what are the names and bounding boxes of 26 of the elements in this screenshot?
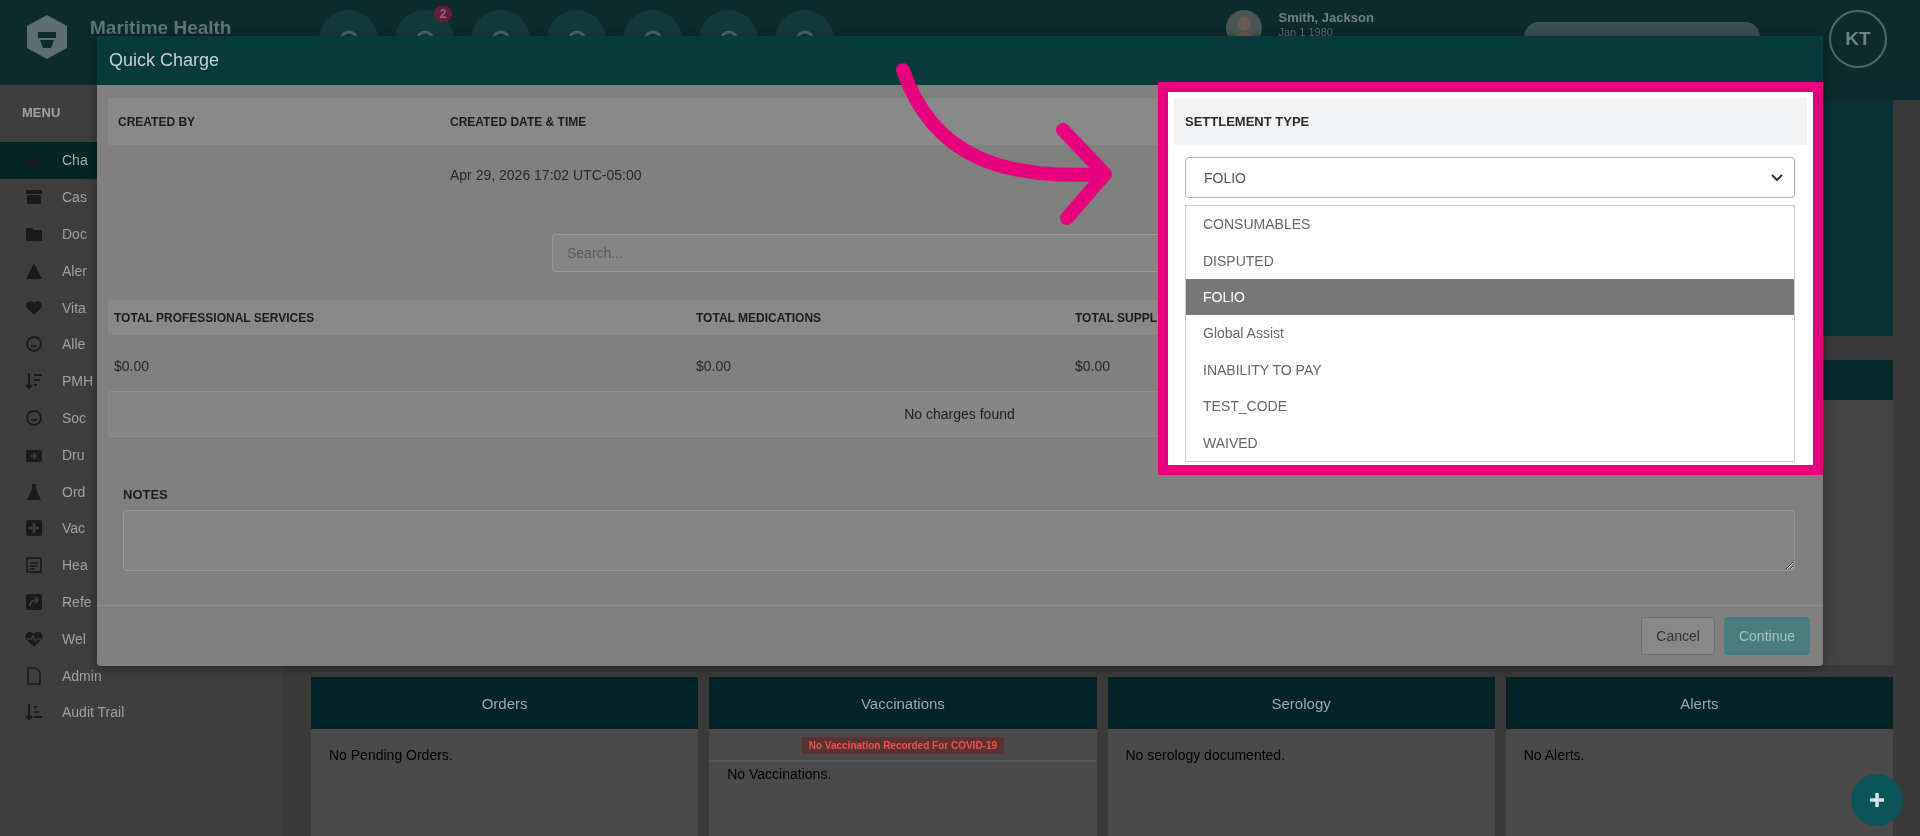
card-message: No Pending Orders. <box>328 746 454 763</box>
column-header: CREATED BY <box>117 114 197 129</box>
menu-heading: MENU <box>22 105 61 122</box>
patient-dob: Jan 1 1980 <box>1278 26 1334 38</box>
notes-label: NOTES <box>123 487 169 502</box>
card-header: Vaccinations <box>709 677 1097 729</box>
column-header: CREATED DATE & TIME <box>450 114 587 129</box>
card-header: Serology <box>1107 677 1495 729</box>
patient-name: Smith, Jackson <box>1278 10 1374 25</box>
card-message: No serology documented. <box>1124 746 1287 763</box>
table-cell: $0.00 <box>1075 358 1111 374</box>
column-header: TOTAL SUPPL <box>1075 310 1157 325</box>
table-cell-text: $0.00 <box>696 358 733 374</box>
warning-badge: No Vaccination Recorded For COVID-19 <box>801 737 1005 754</box>
card-message: No Alerts. <box>1522 746 1586 763</box>
table-cell: Apr 29, 2026 17:02 UTC-05:00 <box>450 167 642 183</box>
column-header: SETTLEMENT TYPE <box>1174 98 1807 145</box>
card-message: No Vaccinations. <box>726 765 833 782</box>
app-title: Maritime Health <box>90 17 232 39</box>
dialog-title: Quick Charge <box>97 36 1823 85</box>
notification-badge: 2 <box>433 6 453 22</box>
table-cell-text: $0.00 <box>113 358 151 374</box>
card-header: Alerts <box>1505 677 1893 729</box>
column-header: TOTAL MEDICATIONS <box>696 310 823 325</box>
column-header: TOTAL PROFESSIONAL SERVICES <box>113 310 316 325</box>
card-header: Orders <box>311 677 699 729</box>
